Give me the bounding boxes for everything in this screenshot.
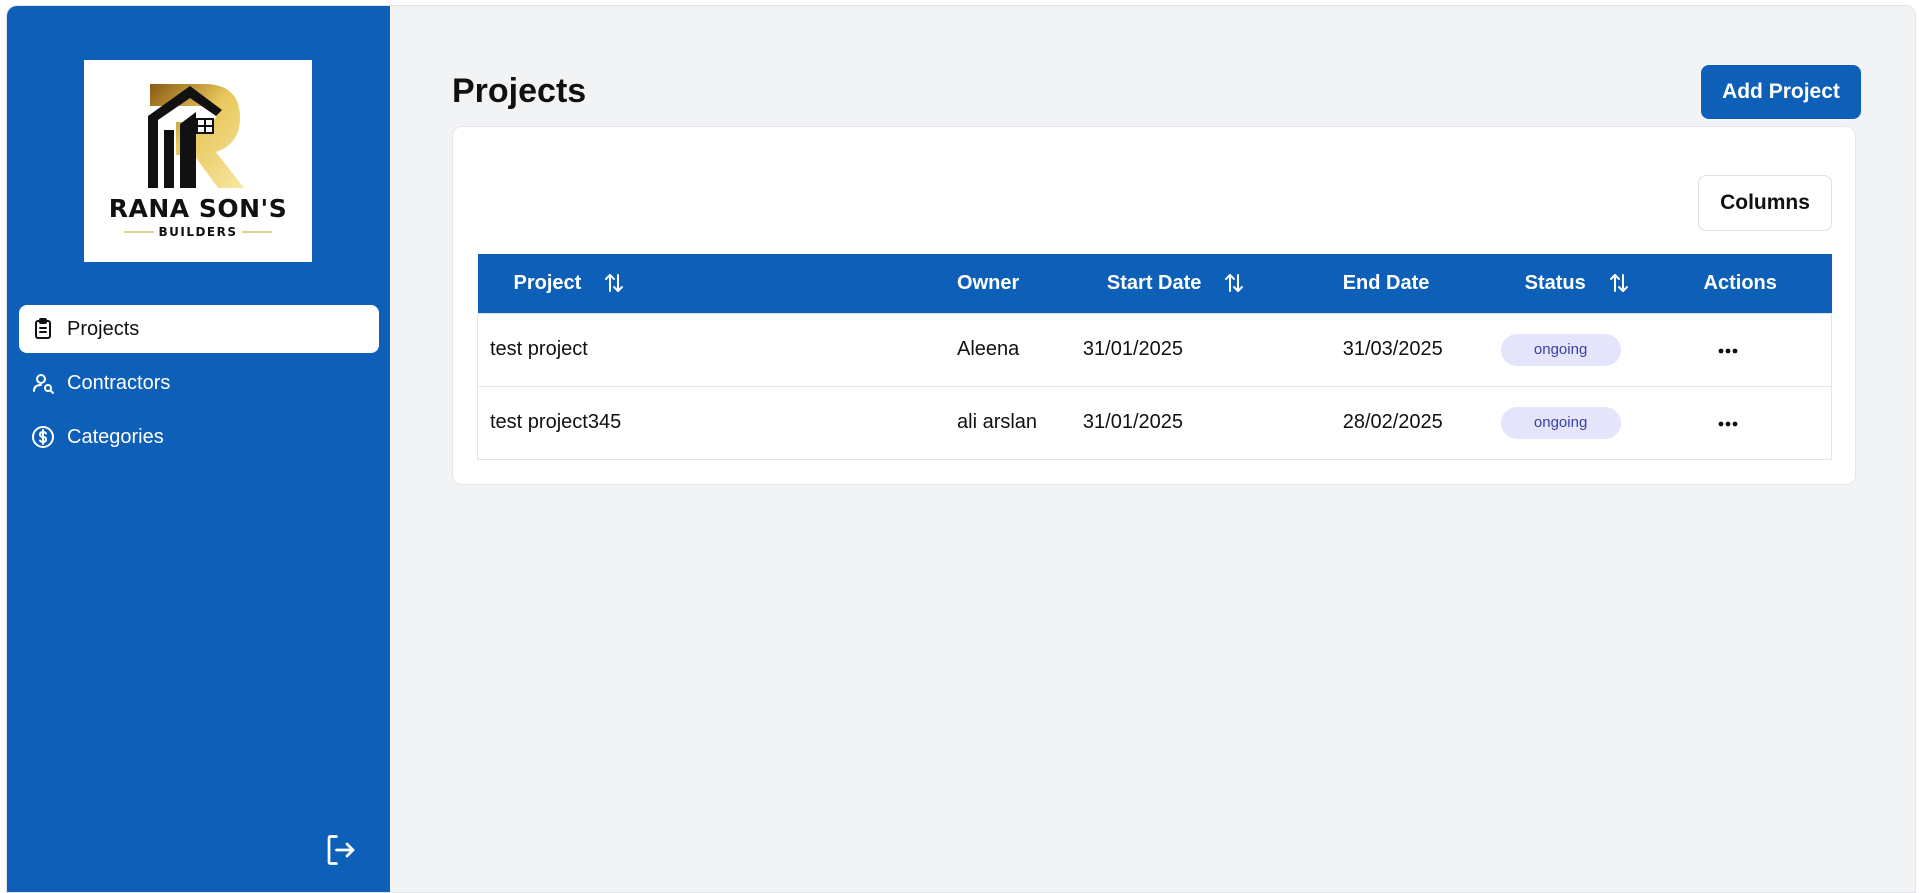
projects-card: Columns Project Owner Start Date End Dat…: [452, 126, 1856, 485]
sort-icon[interactable]: [1223, 272, 1245, 294]
cell-project: test project: [490, 338, 588, 360]
app-window: RANA SON'S BUILDERS Projects Contractors…: [6, 5, 1916, 893]
page-title: Projects: [452, 72, 587, 110]
sort-icon[interactable]: [603, 272, 625, 294]
column-header-end-date: End Date: [1342, 271, 1430, 294]
cell-status: ongoing: [1500, 313, 1677, 386]
sidebar-item-label: Projects: [67, 317, 140, 340]
columns-button[interactable]: Columns: [1698, 175, 1832, 231]
logout-icon: [327, 835, 355, 865]
table-row[interactable]: test project345 ali arslan 31/01/2025 28…: [477, 386, 1832, 459]
table-header-row: Project Owner Start Date End Date Status…: [477, 254, 1832, 313]
sidebar: RANA SON'S BUILDERS Projects Contractors…: [7, 6, 390, 892]
more-actions-button[interactable]: [1711, 341, 1745, 361]
status-badge: ongoing: [1500, 406, 1621, 439]
add-project-button[interactable]: Add Project: [1701, 65, 1861, 119]
clipboard-icon: [31, 317, 55, 341]
sidebar-item-contractors[interactable]: Contractors: [19, 359, 379, 407]
brand-logo: RANA SON'S BUILDERS: [84, 60, 312, 262]
column-header-owner: Owner: [957, 271, 1020, 294]
main-content: Projects Add Project Columns Project Own…: [390, 6, 1915, 892]
column-header-project[interactable]: Project: [478, 254, 958, 313]
user-search-icon: [31, 371, 55, 395]
cell-end-date: 31/03/2025: [1342, 338, 1443, 360]
column-header-actions: Actions: [1703, 271, 1777, 294]
status-badge: ongoing: [1500, 333, 1621, 366]
cell-status: ongoing: [1500, 386, 1677, 459]
cell-owner: Aleena: [957, 338, 1020, 360]
sort-icon[interactable]: [1608, 272, 1630, 294]
logout-button[interactable]: [323, 832, 359, 868]
cell-owner: ali arslan: [957, 411, 1038, 433]
sidebar-item-label: Categories: [67, 425, 164, 448]
cell-end-date: 28/02/2025: [1342, 411, 1443, 433]
cell-start-date: 31/01/2025: [1082, 411, 1184, 433]
cell-actions: [1677, 386, 1832, 459]
table-row[interactable]: test project Aleena 31/01/2025 31/03/202…: [477, 313, 1832, 386]
column-header-start-date[interactable]: Start Date: [1083, 254, 1343, 313]
sidebar-item-label: Contractors: [67, 371, 171, 394]
more-horizontal-icon: [1718, 421, 1737, 427]
brand-name: RANA SON'S: [108, 194, 288, 223]
projects-table: Project Owner Start Date End Date Status…: [477, 254, 1832, 460]
more-horizontal-icon: [1718, 348, 1737, 354]
sidebar-item-projects[interactable]: Projects: [19, 305, 379, 353]
cell-actions: [1677, 313, 1832, 386]
cell-start-date: 31/01/2025: [1082, 338, 1184, 360]
brand-subtitle: BUILDERS: [158, 225, 238, 239]
dollar-circle-icon: [31, 425, 55, 449]
sidebar-nav: Projects Contractors Categories: [19, 305, 379, 467]
more-actions-button[interactable]: [1711, 414, 1745, 434]
cell-project: test project345: [490, 411, 622, 433]
sidebar-item-categories[interactable]: Categories: [19, 413, 379, 461]
column-header-status[interactable]: Status: [1501, 254, 1677, 313]
